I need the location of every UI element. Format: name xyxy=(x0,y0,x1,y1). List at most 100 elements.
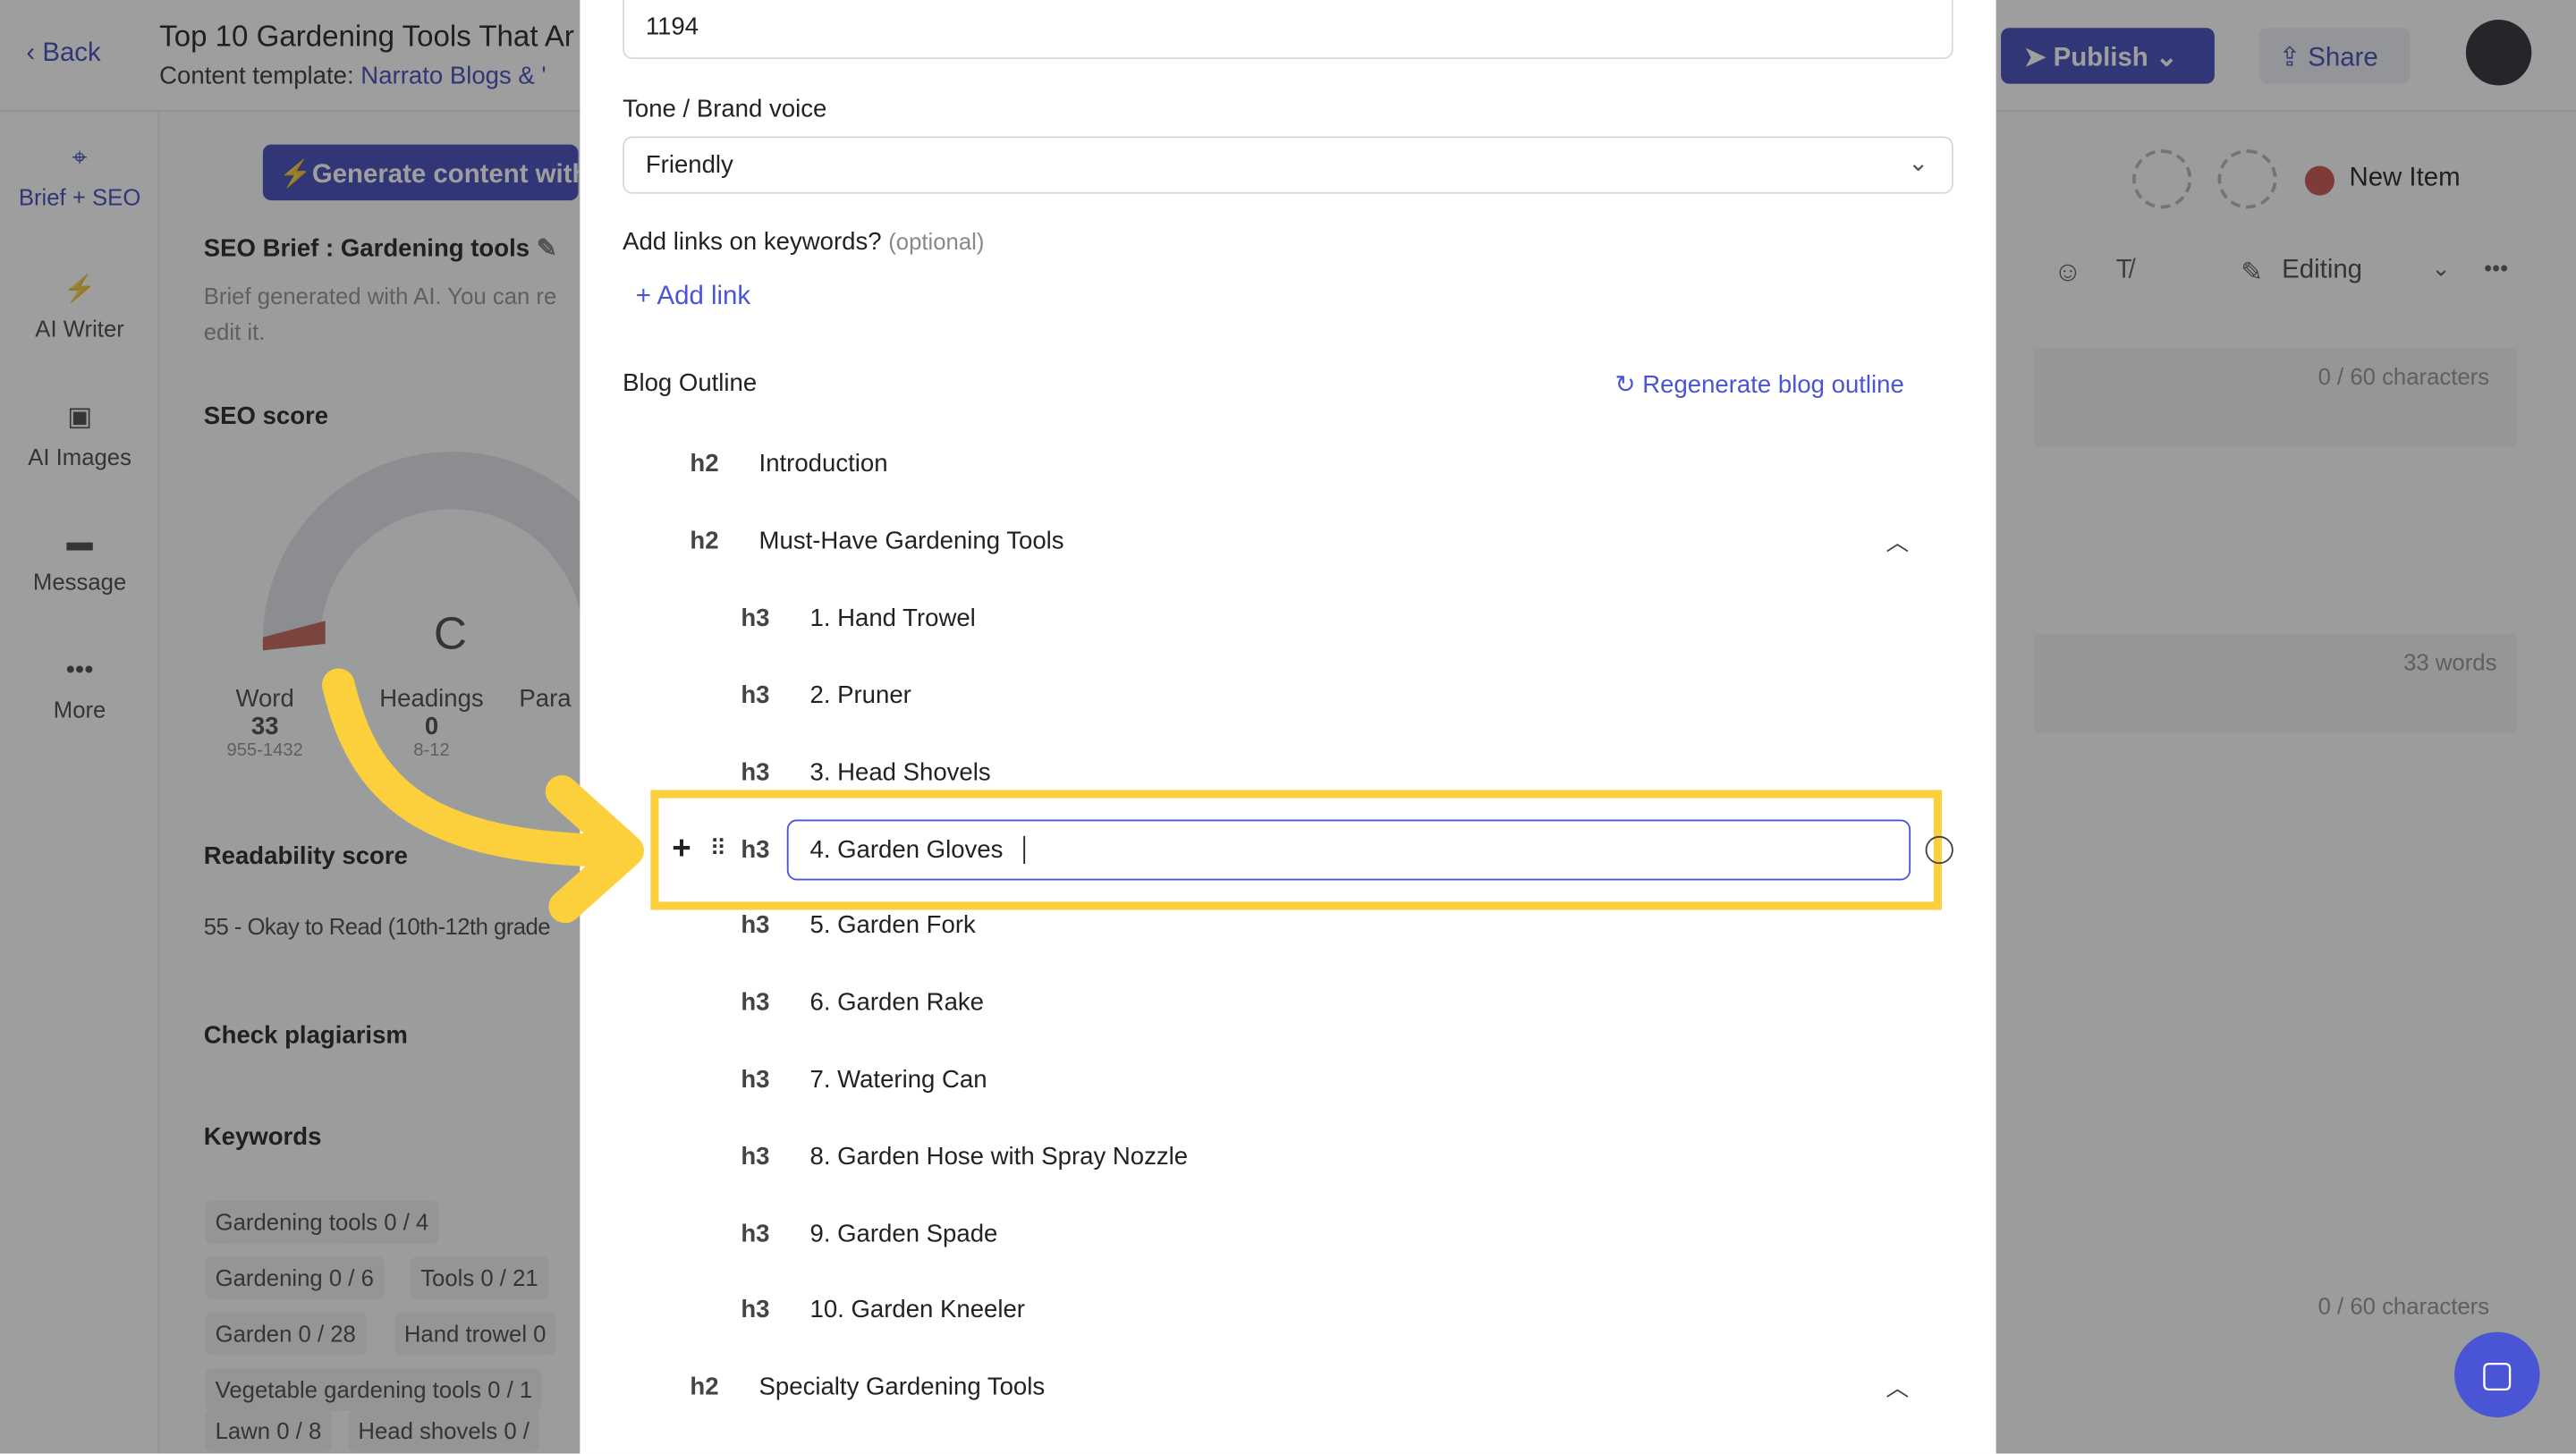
target-icon: ⌖ xyxy=(72,144,88,173)
sidebar-item-message[interactable]: ▬ Message xyxy=(0,528,159,594)
status-dot xyxy=(2304,165,2334,196)
links-label-text: Add links on keywords? xyxy=(623,228,882,257)
heading-level: h2 xyxy=(690,450,719,478)
outline-item[interactable]: h3 10. Garden Kneeler xyxy=(741,1296,1025,1323)
heading-level: h2 xyxy=(690,527,719,555)
heading-text: Must-Have Gardening Tools xyxy=(758,527,1064,555)
metric-headings: Headings 0 8-12 xyxy=(379,685,483,760)
metric-paragraphs: Para xyxy=(519,684,572,714)
links-label: Add links on keywords? (optional) xyxy=(623,228,984,256)
heading-text: Introduction xyxy=(758,450,888,478)
refresh-icon: ↻ xyxy=(1614,371,1643,400)
back-label: Back xyxy=(42,39,101,68)
keyword-chip: Gardening tools 0 / 4 xyxy=(205,1200,439,1244)
text-cursor xyxy=(1022,835,1031,865)
desc-line: edit it. xyxy=(203,318,266,345)
sidebar-item-ai-writer[interactable]: ⚡ AI Writer xyxy=(0,273,159,342)
heading-level: h3 xyxy=(741,758,770,787)
brief-description: Brief generated with AI. You can re edit … xyxy=(204,277,557,350)
metric-label: Word xyxy=(235,684,294,714)
heading-text: 2. Pruner xyxy=(809,681,911,710)
generate-content-button[interactable]: ⚡Generate content with xyxy=(262,144,588,201)
keyword-chip: Vegetable gardening tools 0 / 1 xyxy=(205,1367,543,1411)
heading-text: 9. Garden Spade xyxy=(809,1220,998,1248)
outline-item[interactable]: h2 Specialty Gardening Tools xyxy=(690,1373,1045,1400)
clear-format-icon[interactable]: T̸ xyxy=(2116,257,2132,286)
due-date-icon[interactable] xyxy=(2217,149,2277,209)
chevron-down-icon: ⌄ xyxy=(2155,44,2178,72)
char-count: 0 / 60 characters xyxy=(2318,1292,2490,1319)
drag-handle-icon[interactable]: ⠿ xyxy=(709,834,726,862)
upload-icon: ⇪ xyxy=(2278,44,2309,72)
sidebar-item-ai-images[interactable]: ▣ AI Images xyxy=(0,401,159,469)
tone-value: Friendly xyxy=(645,150,733,180)
page-title: Top 10 Gardening Tools That Ar xyxy=(159,20,574,53)
metric-range: 955-1432 xyxy=(226,740,303,761)
word-count-input[interactable]: 1194 xyxy=(623,0,1953,60)
heading-text: 1. Hand Trowel xyxy=(809,604,976,633)
editing-mode[interactable]: Editing xyxy=(2282,257,2362,286)
chevron-up-icon[interactable]: ︿ xyxy=(1886,526,1910,559)
add-heading-icon[interactable]: + xyxy=(672,831,691,868)
emoji-icon[interactable]: ☺ xyxy=(2054,257,2082,290)
publish-button[interactable]: ➤ Publish ⌄ xyxy=(2001,28,2215,84)
outline-item[interactable]: h3 8. Garden Hose with Spray Nozzle xyxy=(741,1143,1188,1171)
heading-edit-input[interactable]: 4. Garden Gloves xyxy=(786,819,1911,881)
sidebar-item-brief-seo[interactable]: ⌖ Brief + SEO xyxy=(0,145,159,210)
more-icon: ••• xyxy=(65,656,94,685)
metric-value: 0 xyxy=(424,713,439,741)
heading-level: h3 xyxy=(741,1066,770,1095)
assign-user-icon[interactable] xyxy=(2132,149,2192,209)
outline-item[interactable]: h2 Introduction xyxy=(690,450,887,478)
outline-item[interactable]: h3 6. Garden Rake xyxy=(741,989,984,1017)
generate-label: Generate content with xyxy=(311,160,589,190)
brief-title: SEO Brief : Gardening tools ✎ xyxy=(204,233,557,263)
heading-text: 10. Garden Kneeler xyxy=(809,1296,1025,1324)
outline-item[interactable]: h3 9. Garden Spade xyxy=(741,1221,997,1248)
heading-text: 6. Garden Rake xyxy=(809,988,985,1017)
tone-label: Tone / Brand voice xyxy=(623,95,827,123)
heading-level: h3 xyxy=(741,1220,770,1248)
avatar[interactable] xyxy=(2465,20,2532,86)
template-link[interactable]: Narrato Blogs & ' xyxy=(360,63,546,90)
chat-launcher-button[interactable]: ▢ xyxy=(2454,1331,2540,1418)
outline-item[interactable]: h3 2. Pruner xyxy=(741,681,911,709)
chevron-down-icon[interactable]: ⌄ xyxy=(2431,255,2451,283)
template-info: Content template: Narrato Blogs & ' xyxy=(159,63,580,90)
outline-item[interactable]: h3 3. Head Shovels xyxy=(741,759,990,787)
add-link-label: Add link xyxy=(657,282,751,311)
remove-heading-icon[interactable] xyxy=(1925,835,1953,865)
seo-score-title: SEO score xyxy=(203,402,329,431)
word-count: 33 words xyxy=(2403,648,2497,675)
outline-item[interactable]: h3 1. Hand Trowel xyxy=(741,604,975,632)
content-settings-modal: 1194 Tone / Brand voice Friendly ⌄ Add li… xyxy=(580,0,1996,1454)
metric-value: 33 xyxy=(250,713,279,741)
sidebar: ⌖ Brief + SEO ⚡ AI Writer ▣ AI Images ▬ Mess… xyxy=(0,111,160,1454)
outline-item[interactable]: h3 7. Watering Can xyxy=(741,1066,987,1094)
check-plagiarism[interactable]: Check plagiarism xyxy=(204,1021,408,1049)
regenerate-outline-button[interactable]: ↻ Regenerate blog outline xyxy=(1614,369,1903,399)
edit-icon[interactable]: ✎ xyxy=(537,235,557,263)
bolt-icon: ⚡ xyxy=(279,160,312,190)
brief-title-text: SEO Brief : Gardening tools xyxy=(203,234,530,263)
heading-text: 4. Garden Gloves xyxy=(809,835,1004,865)
optional-text: (optional) xyxy=(888,228,985,255)
tone-select[interactable]: Friendly ⌄ xyxy=(623,136,1953,194)
readability-value: 55 - Okay to Read (10th-12th grade xyxy=(203,913,551,940)
back-button[interactable]: ‹ Back xyxy=(26,39,100,69)
plus-icon: + xyxy=(635,282,657,311)
more-icon[interactable]: ••• xyxy=(2484,255,2508,281)
keywords-title: Keywords xyxy=(203,1123,322,1152)
sidebar-item-more[interactable]: ••• More xyxy=(0,657,159,723)
heading-level: h3 xyxy=(741,604,770,633)
heading-level: h3 xyxy=(741,1296,770,1324)
keyword-chip: Garden 0 / 28 xyxy=(205,1312,366,1356)
heading-level: h3 xyxy=(741,835,770,865)
outline-item[interactable]: h3 5. Garden Fork xyxy=(741,911,975,939)
add-link-button[interactable]: + Add link xyxy=(636,283,750,312)
share-button[interactable]: ⇪ Share xyxy=(2258,28,2411,84)
chevron-up-icon[interactable]: ︿ xyxy=(1886,1372,1910,1405)
seo-grade: C xyxy=(433,607,468,659)
outline-item[interactable]: h2 Must-Have Gardening Tools xyxy=(690,528,1063,555)
status-label[interactable]: New Item xyxy=(2349,165,2460,194)
